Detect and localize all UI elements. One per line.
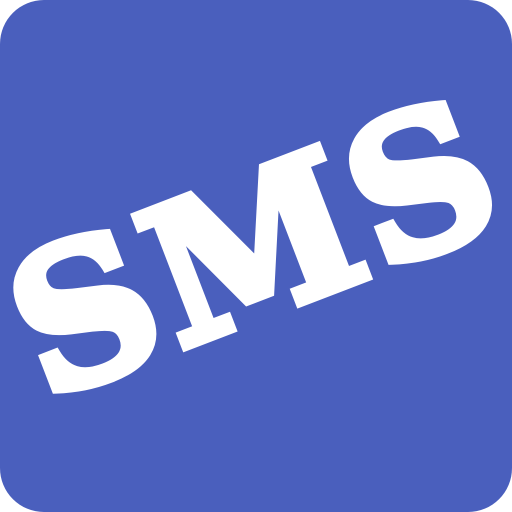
sms-app-icon[interactable]: SMS	[0, 0, 512, 512]
sms-wordmark: SMS	[0, 49, 512, 447]
